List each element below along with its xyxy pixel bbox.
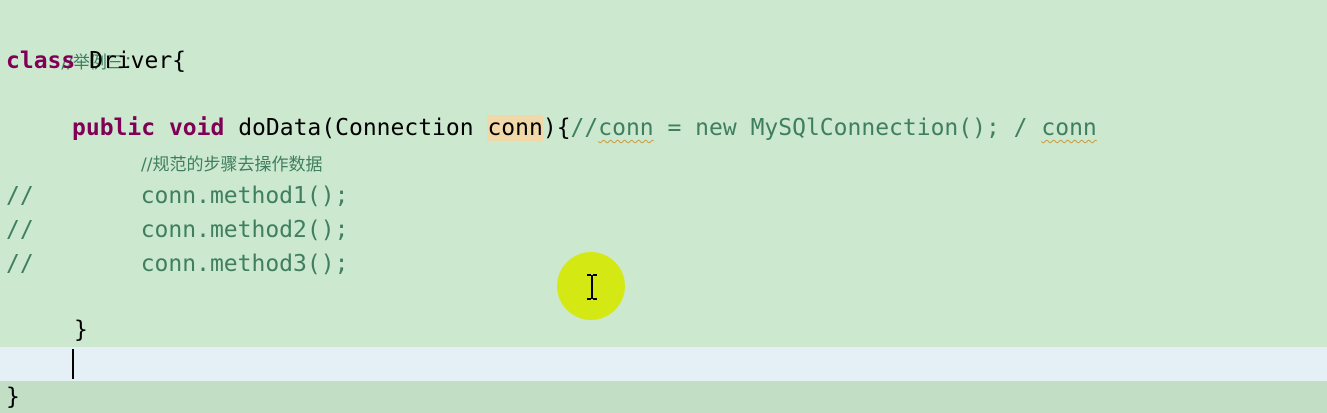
code-line-8[interactable]: // conn.method3(); (6, 247, 1327, 281)
keyword-void: void (168, 115, 225, 141)
commented-code: conn.method1(); (140, 183, 349, 209)
param-occurrence-highlight[interactable]: conn (487, 115, 543, 141)
spelling-warning-conn-2[interactable]: conn (1041, 115, 1096, 141)
signature-end: ){ (542, 115, 571, 141)
keyword-public: public (72, 115, 156, 141)
keyword-class: class (6, 48, 76, 74)
code-line-10[interactable]: } (6, 313, 1327, 347)
code-line-4[interactable]: public void doData(Connection conn){//co… (6, 111, 1327, 145)
comment-text: //规范的步骤去操作数据 (141, 155, 323, 175)
commented-code: conn.method3(); (140, 251, 349, 277)
comment-start: // (570, 115, 599, 141)
spelling-warning-conn-1[interactable]: conn (598, 115, 653, 141)
code-line-12[interactable]: } (6, 380, 1327, 413)
code-editor[interactable]: //举例三： class Driver{ public void doData(… (0, 0, 1327, 413)
code-line-5[interactable]: //规范的步骤去操作数据 (6, 146, 1327, 180)
commented-code: conn.method2(); (140, 217, 349, 243)
closing-brace: } (74, 317, 88, 343)
line-comment-prefix: // (6, 183, 34, 209)
code-line-2[interactable]: class Driver{ (6, 44, 1327, 78)
code-line-6[interactable]: // conn.method1(); (6, 179, 1327, 213)
closing-brace: } (6, 384, 20, 410)
code-line-7[interactable]: // conn.method2(); (6, 213, 1327, 247)
method-signature: doData(Connection (224, 115, 488, 141)
current-line-highlight (0, 347, 1327, 381)
i-beam-cursor-icon (587, 274, 597, 300)
line-comment-prefix: // (6, 217, 34, 243)
text-caret (72, 349, 74, 379)
code-line-1[interactable]: //举例三： (6, 10, 1327, 73)
class-name: Driver{ (75, 48, 187, 74)
comment-middle: = new MySQlConnection(); / (653, 115, 1042, 141)
line-comment-prefix: // (6, 251, 34, 277)
